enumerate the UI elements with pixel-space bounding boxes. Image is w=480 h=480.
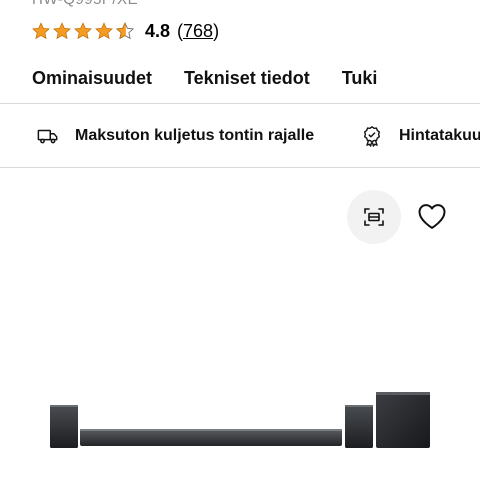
wishlist-button[interactable]	[414, 199, 450, 233]
soundbar	[80, 429, 342, 446]
star-half-icon	[115, 22, 135, 40]
heart-icon	[418, 204, 446, 229]
usp-label: Hintatakuu	[399, 126, 480, 144]
divider	[0, 167, 480, 168]
rear-speaker-left	[50, 405, 78, 448]
rating-stars	[31, 21, 135, 41]
rating-row: 4.8 (768)	[31, 19, 219, 43]
usp-label: Maksuton kuljetus tontin rajalle	[75, 126, 315, 144]
scan-view-icon	[364, 208, 384, 226]
truck-icon	[37, 129, 58, 143]
product-image	[50, 392, 430, 448]
rear-speaker-right	[345, 405, 373, 448]
usp-item-delivery[interactable]: Maksuton kuljetus tontin rajalle	[37, 104, 314, 167]
badge-check-icon	[363, 125, 381, 147]
star-icon	[32, 22, 50, 40]
tab-support[interactable]: Tuki	[342, 68, 378, 89]
rating-value: 4.8	[145, 20, 171, 41]
usp-bar: Maksuton kuljetus tontin rajalle Hintata…	[0, 104, 480, 167]
model-code: HW-Q995P/XE	[32, 0, 138, 8]
tab-specs[interactable]: Tekniset tiedot	[184, 68, 310, 89]
star-icon	[95, 22, 113, 40]
tab-features[interactable]: Ominaisuudet	[32, 68, 152, 89]
star-icon	[53, 22, 71, 40]
product-tabs: Ominaisuudet Tekniset tiedot Tuki	[32, 66, 377, 90]
rating-count-link[interactable]: (768)	[177, 21, 219, 42]
star-icon	[74, 22, 92, 40]
usp-item-price-guarantee[interactable]: Hintatakuu	[361, 104, 480, 167]
view-in-space-button[interactable]	[347, 190, 401, 244]
rating-count[interactable]: 768	[183, 21, 213, 41]
subwoofer	[376, 392, 430, 448]
